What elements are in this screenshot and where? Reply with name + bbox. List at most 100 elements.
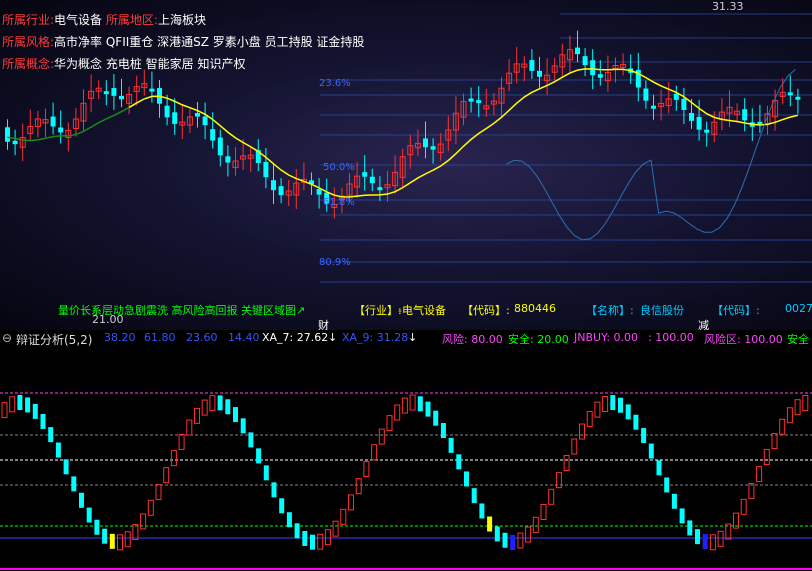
status-text-left: 量价长系层动急剧震洗 高风险高回报 关键区域图↗ [58, 304, 306, 317]
safe-value: 安全: 20.00 [508, 333, 569, 346]
region-value: 上海板块 [157, 13, 206, 27]
indicator-bar-down [494, 526, 500, 542]
indicator-bar-down [48, 427, 54, 443]
pct-label-3: 61.8% [323, 197, 355, 208]
indicator-bar-up [355, 478, 362, 495]
candle-body [590, 60, 596, 76]
indicator-value-3: 23.60 [186, 331, 218, 344]
indicator-bar-down [625, 404, 631, 420]
region-label: 所属地区: [105, 13, 158, 27]
indicator-bar-up [571, 438, 578, 455]
candle-body [362, 172, 368, 177]
candle-body [111, 88, 117, 96]
indicator-value-2: 61.80 [144, 331, 176, 344]
code-tag: 【代码】: [462, 304, 510, 317]
code2-tag: 【代码】: [712, 304, 760, 317]
indicator-bar-up [779, 418, 786, 435]
indicator-bar-down [440, 423, 446, 439]
indicator-bar-down [702, 534, 708, 550]
indicator-bar-down [263, 465, 269, 481]
indicator-bar-up [9, 396, 16, 413]
pct-label-1: 23.6% [319, 78, 351, 89]
indicator-title[interactable]: 辩证分析(5,2) [16, 331, 92, 348]
indicator-bar-down [225, 399, 231, 415]
indicator-header: ⊖ 辩证分析(5,2) 38.20 61.80 23.60 14.40 XA_7… [0, 331, 812, 349]
indicator-bar-down [102, 528, 108, 544]
high-price-label: 31.33 [712, 0, 744, 13]
indicator-bar-down [310, 534, 315, 550]
candle-body [195, 112, 200, 117]
candle-body [673, 93, 679, 100]
indicator-bar-up [201, 399, 208, 416]
indicator-bar-down [448, 437, 454, 453]
candle-body [225, 156, 231, 163]
candle-body [643, 88, 649, 101]
industry-label: 所属行业: [2, 13, 55, 27]
candle-body [202, 116, 208, 126]
candle-body [529, 60, 535, 71]
candle-body [119, 95, 124, 100]
candle-body [597, 74, 603, 78]
candle-body [787, 92, 793, 96]
indicator-bar-up [178, 433, 185, 450]
indicator-bar-up [709, 534, 716, 551]
candle-body [795, 96, 801, 100]
industry-tag-value: -电气设备 [398, 304, 446, 317]
indicator-bar-down [671, 493, 677, 509]
candle-body [369, 176, 375, 184]
indicator-bar-up [340, 508, 347, 525]
indicator-bar-down [233, 407, 238, 423]
indicator-bar-down [433, 410, 439, 426]
main-price-chart[interactable]: 所属行业:电气设备 所属地区:上海板块 所属风格:高市净率 QFII重仓 深港通… [0, 0, 812, 330]
indicator-bar-down [256, 448, 262, 464]
indicator-bar-down [40, 413, 46, 429]
candle-body [5, 127, 10, 142]
indicator-bar-up [594, 401, 601, 418]
safe2-value: 安全 [787, 333, 809, 346]
candle-body [210, 129, 216, 141]
indicator-bar-down [86, 507, 92, 523]
indicator-bar-up [517, 532, 524, 549]
indicator-bar-up [563, 455, 570, 472]
pct-label-4: 80.9% [319, 257, 351, 268]
pct-label-2: 50.0% [323, 162, 355, 173]
indicator-plot[interactable] [0, 330, 812, 571]
hundred-value: : 100.00 [648, 331, 694, 344]
candle-body [149, 88, 155, 92]
indicator-bar-up [140, 513, 147, 530]
indicator-bar-up [548, 488, 555, 505]
indicator-bar-down [656, 460, 662, 476]
candle-body [696, 116, 702, 130]
indicator-bar-down [279, 498, 285, 514]
candle-body [704, 129, 710, 133]
concept-row: 所属概念:华为概念 充电桩 智能家居 知识产权 [2, 55, 246, 72]
indicator-bar-up [194, 407, 200, 424]
industry-row: 所属行业:电气设备 所属地区:上海板块 [2, 11, 206, 28]
indicator-bar-down [248, 432, 254, 448]
indicator-bar-down [79, 492, 84, 508]
candle-body [271, 180, 276, 191]
indicator-bar-up [579, 423, 585, 440]
candle-body [316, 189, 322, 195]
indicator-bar-up [401, 397, 408, 414]
indicator-bar-down [425, 401, 431, 417]
indicator-bar-down [664, 477, 670, 493]
indicator-bar-down [687, 520, 693, 536]
marker-cai: 财 [318, 319, 329, 330]
indicator-bar-down [479, 503, 485, 519]
indicator-bar-up [409, 394, 416, 411]
candle-body [468, 98, 474, 102]
indicator-bar-down [217, 395, 223, 411]
indicator-bar-down [286, 512, 292, 528]
name-value: 良信股份 [640, 304, 684, 317]
indicator-bar-down [641, 428, 647, 444]
indicator-bar-up [763, 449, 770, 466]
risk-value: 风险: 80.00 [442, 333, 503, 346]
collapse-icon[interactable]: ⊖ [2, 331, 12, 345]
indicator-panel[interactable]: ⊖ 辩证分析(5,2) 38.20 61.80 23.60 14.40 XA_7… [0, 330, 812, 571]
ma-yellow-line [128, 68, 799, 198]
indicator-bar-down [648, 443, 654, 459]
indicator-bar-down [294, 523, 300, 539]
concept-label: 所属概念: [2, 57, 55, 71]
indicator-bar-up [717, 530, 724, 547]
